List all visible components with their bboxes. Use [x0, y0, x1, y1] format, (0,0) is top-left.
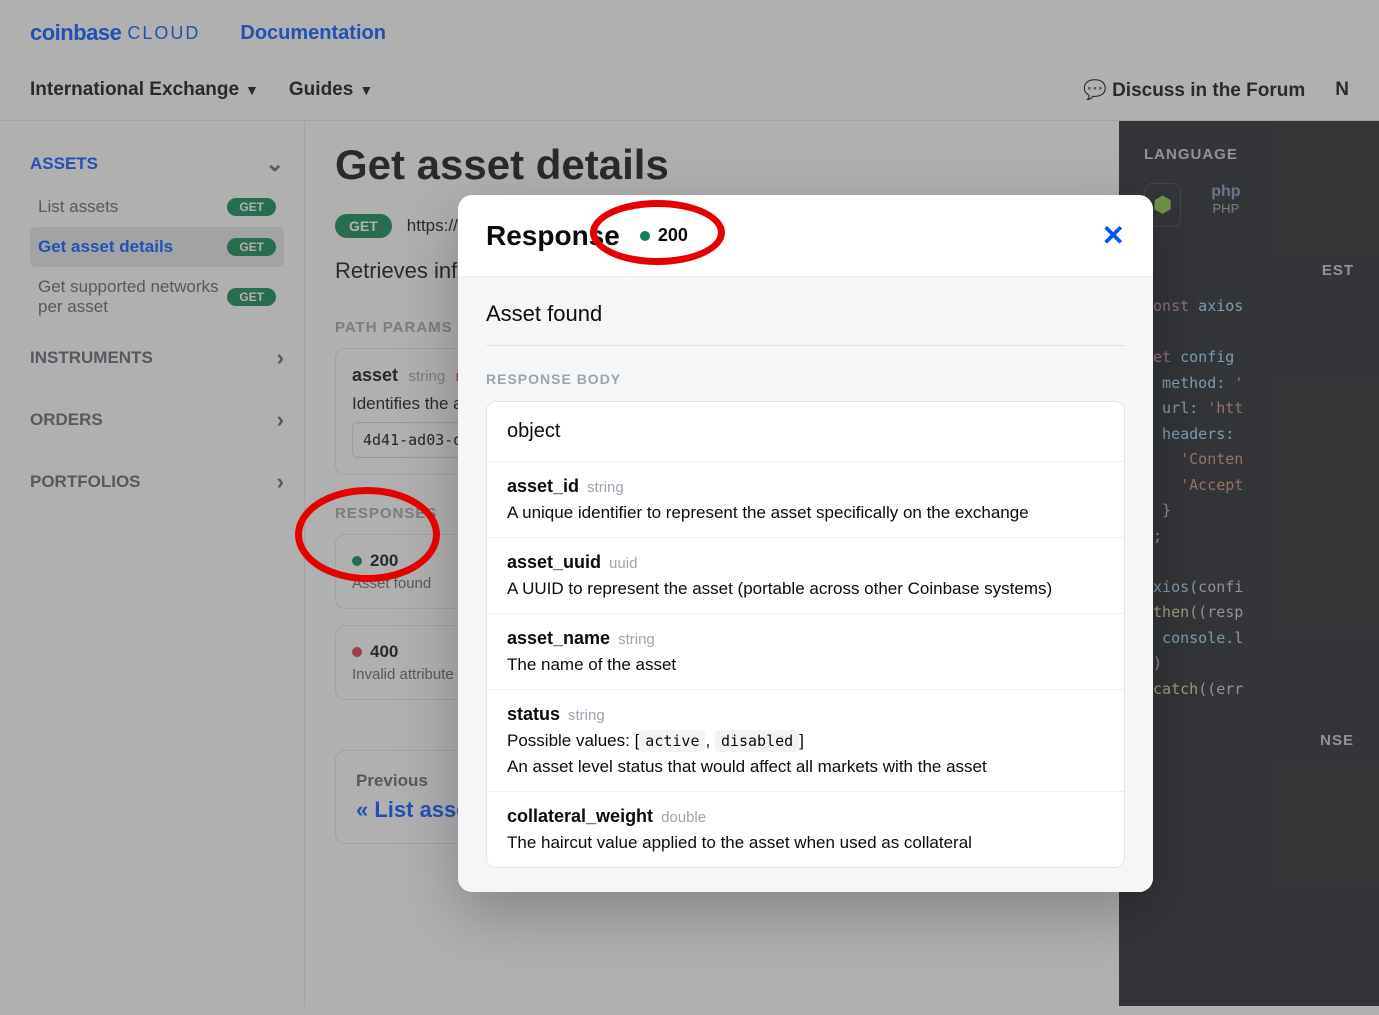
schema-field[interactable]: status string Possible values: [active, di… [487, 689, 1124, 791]
field-desc: Possible values: [active, disabled] [507, 731, 1104, 751]
schema-field[interactable]: asset_name string The name of the asset [487, 613, 1124, 689]
modal-header: Response 200 ✕ [458, 195, 1153, 277]
field-type: string [618, 631, 655, 648]
field-name: asset_uuid [507, 552, 601, 572]
field-desc: A unique identifier to represent the ass… [507, 503, 1104, 523]
schema-field[interactable]: collateral_weight double The haircut value… [487, 791, 1124, 867]
field-desc: An asset level status that would affect … [507, 757, 1104, 777]
field-type: double [661, 809, 706, 826]
schema-root-type: object [487, 402, 1124, 461]
close-button[interactable]: ✕ [1102, 219, 1125, 252]
field-name: asset_name [507, 628, 610, 648]
modal-subtitle: Asset found [486, 301, 1125, 346]
modal-body: Asset found RESPONSE BODY object asset_i… [458, 277, 1153, 892]
field-type: string [587, 479, 624, 496]
status-pill: 200 [640, 225, 688, 246]
status-dot-green-icon [640, 231, 650, 241]
field-name: asset_id [507, 476, 579, 496]
response-modal: Response 200 ✕ Asset found RESPONSE BODY… [458, 195, 1153, 892]
modal-status-code: 200 [658, 225, 688, 246]
field-name: collateral_weight [507, 806, 653, 826]
schema-field[interactable]: asset_id string A unique identifier to rep… [487, 461, 1124, 537]
response-body-label: RESPONSE BODY [486, 371, 1125, 387]
field-desc: A UUID to represent the asset (portable … [507, 579, 1104, 599]
schema-field[interactable]: asset_uuid uuid A UUID to represent the as… [487, 537, 1124, 613]
field-type: string [568, 707, 605, 724]
field-desc: The name of the asset [507, 655, 1104, 675]
schema-box: object asset_idstringA unique identifier… [486, 401, 1125, 868]
close-icon: ✕ [1102, 220, 1125, 251]
field-type: uuid [609, 555, 637, 572]
enum-value: active [639, 730, 705, 752]
enum-value: disabled [715, 730, 799, 752]
field-desc: The haircut value applied to the asset w… [507, 833, 1104, 853]
field-name: status [507, 704, 560, 724]
modal-title: Response [486, 220, 620, 252]
